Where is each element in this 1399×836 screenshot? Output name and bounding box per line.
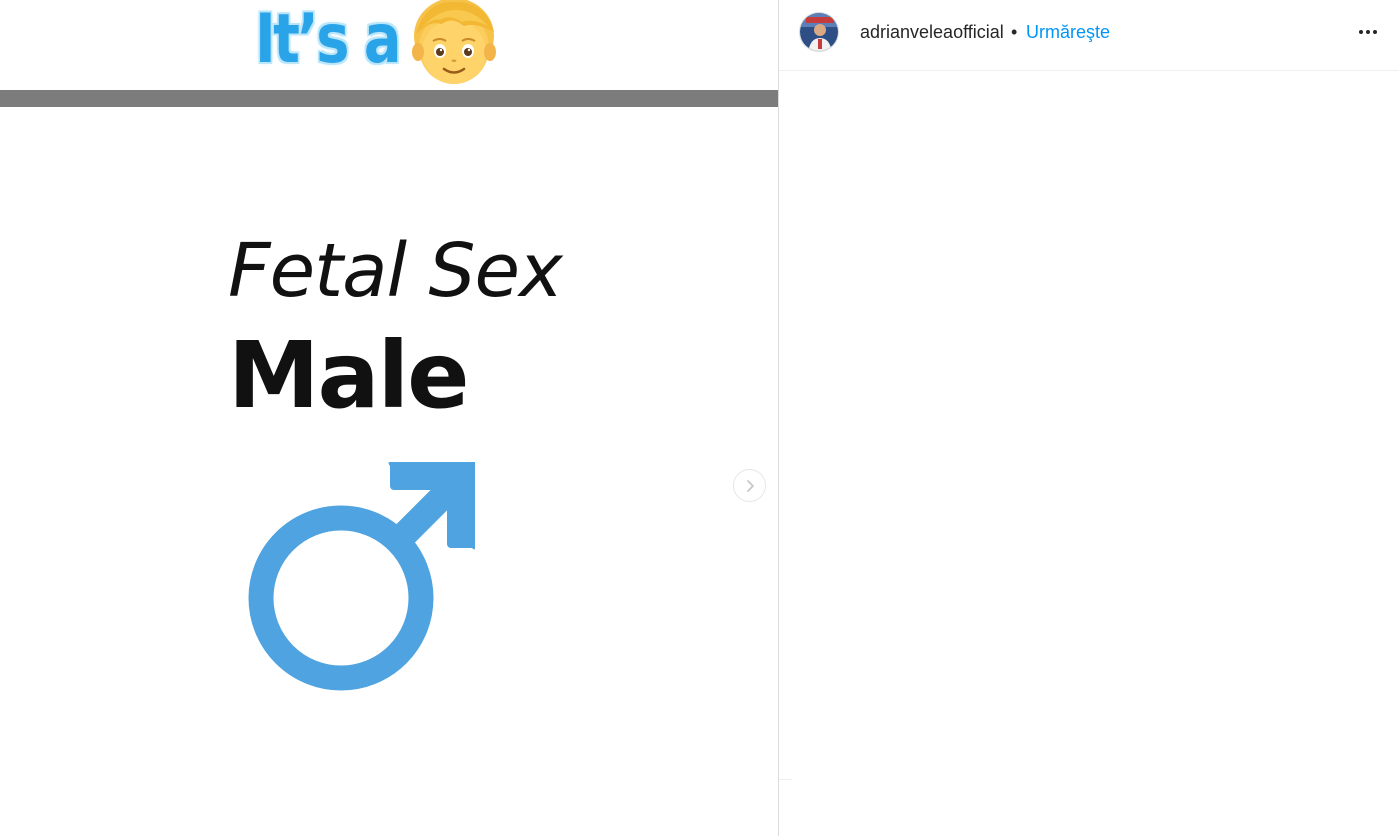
sex-value: Male bbox=[228, 322, 470, 429]
chevron-right-icon bbox=[746, 479, 754, 492]
post-media: It’s a Fetal Sex Male bbox=[0, 0, 778, 836]
media-gray-band bbox=[0, 90, 778, 107]
next-image-button[interactable] bbox=[733, 469, 766, 502]
dot-1 bbox=[1359, 30, 1363, 34]
dot-2 bbox=[1366, 30, 1370, 34]
fetal-sex-title: Fetal Sex bbox=[228, 228, 563, 314]
post-viewer: It’s a Fetal Sex Male adrianveleaofficia… bbox=[0, 0, 1399, 836]
avatar-image bbox=[800, 13, 838, 51]
follow-button[interactable]: Urmăreşte bbox=[1026, 21, 1110, 43]
more-options-icon[interactable] bbox=[1353, 20, 1383, 44]
headline-text: It’s a bbox=[255, 0, 402, 79]
post-header: adrianveleaofficial • Urmăreşte bbox=[779, 0, 1399, 71]
separator-dot: • bbox=[1011, 22, 1018, 42]
avatar[interactable] bbox=[799, 12, 839, 52]
post-side-panel: adrianveleaofficial • Urmăreşte bbox=[779, 0, 1399, 836]
panel-bottom-line bbox=[779, 779, 792, 780]
dot-3 bbox=[1373, 30, 1377, 34]
username-link[interactable]: adrianveleaofficial bbox=[860, 21, 1004, 43]
boy-face-emoji bbox=[412, 0, 496, 84]
male-symbol-icon bbox=[248, 462, 475, 691]
headline: It’s a bbox=[255, 0, 431, 90]
